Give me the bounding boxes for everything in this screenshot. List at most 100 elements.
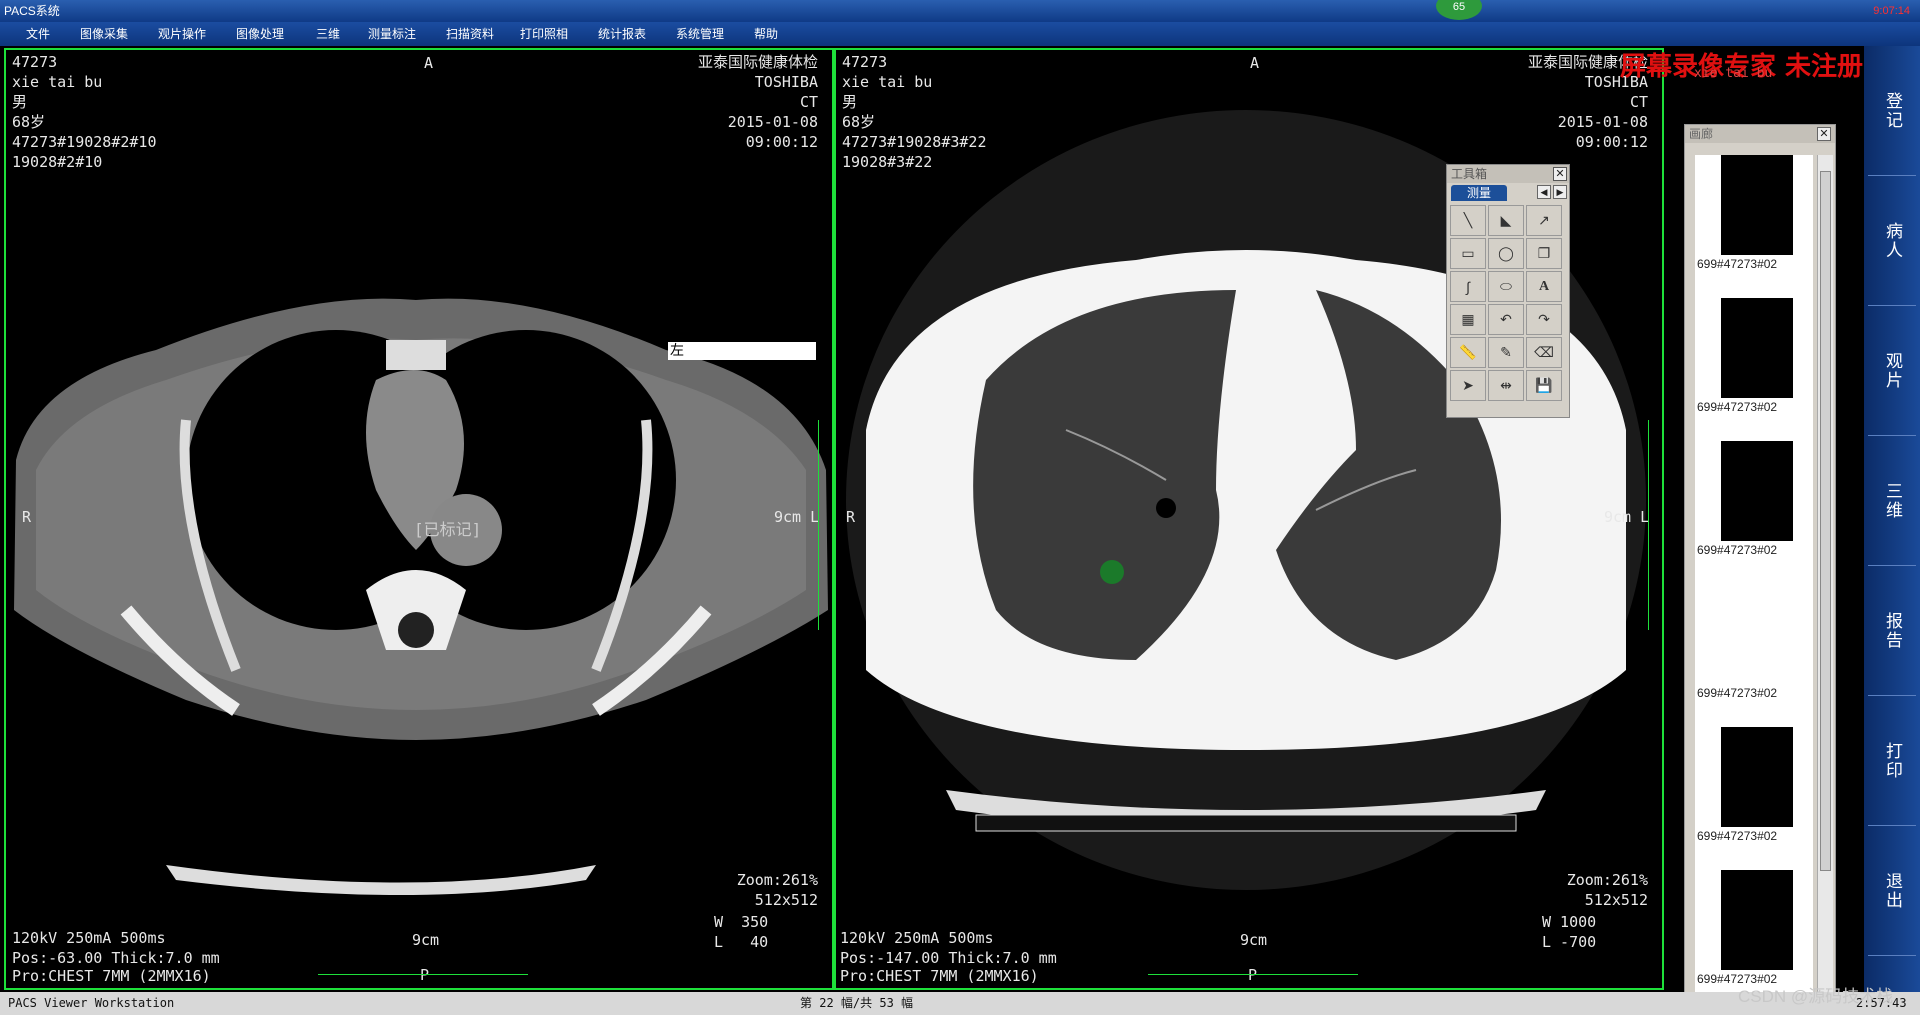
patient-name: xie tai bu [842, 73, 933, 91]
color-tool-icon[interactable]: ▦ [1450, 304, 1486, 335]
thumbnail-caption: 699#47273#02 [1697, 257, 1778, 271]
menu-statistics[interactable]: 统计报表 [598, 22, 646, 46]
status-indicator: 65 [1436, 0, 1482, 20]
thumbnail-caption: 699#47273#02 [1697, 400, 1778, 414]
slice-position: Pos:-147.00 Thick:7.0 mm [840, 949, 1057, 967]
thumbnail[interactable]: 699#47273#02 [1695, 584, 1813, 727]
save-tool-icon[interactable]: 💾 [1526, 370, 1562, 401]
eraser-tool-icon[interactable]: ⌫ [1526, 337, 1562, 368]
sidebar-item-print[interactable]: 打印 [1868, 696, 1916, 826]
menu-help[interactable]: 帮助 [754, 22, 778, 46]
scan-params-left: 120kV 250mA 500ms Pos:-63.00 Thick:7.0 m… [12, 928, 220, 968]
gallery-title-bar[interactable]: 画廊 ✕ [1685, 125, 1835, 143]
window-width-right: W 1000 [1542, 913, 1597, 931]
zoom-level: Zoom:261% [1566, 871, 1648, 889]
chevron-right-icon[interactable]: ▶ [1553, 185, 1567, 199]
ellipse-tool-icon[interactable]: ◯ [1488, 238, 1524, 269]
menu-scan-data[interactable]: 扫描资料 [446, 22, 494, 46]
study-date: 2015-01-08 [727, 113, 818, 131]
patient-id: 47273 [12, 53, 58, 71]
chevron-left-icon[interactable]: ◀ [1537, 185, 1551, 199]
sidebar-item-patient[interactable]: 病人 [1868, 176, 1916, 306]
window-level-right: L -700 [1542, 933, 1597, 951]
freehand-tool-icon[interactable]: ∫ [1450, 271, 1486, 302]
csdn-watermark: CSDN @源码技术栈 [1738, 987, 1894, 1006]
zoom-info-right: Zoom:261% 512x512 [1567, 870, 1648, 910]
orient-left: R [22, 508, 32, 526]
window-title: PACS系统 [4, 4, 60, 18]
polygon-tool-icon[interactable]: ⬭ [1488, 271, 1524, 302]
thumbnail-image [1721, 441, 1793, 541]
toolbox-title-bar[interactable]: 工具箱 ✕ [1447, 165, 1569, 183]
close-icon[interactable]: ✕ [1553, 167, 1567, 181]
patient-info-left: 47273 xie tai bu 男 68岁 47273#19028#2#10 … [12, 52, 157, 172]
redo-tool-icon[interactable]: ↷ [1526, 304, 1562, 335]
rectangle-tool-icon[interactable]: ▭ [1450, 238, 1486, 269]
close-icon[interactable]: ✕ [1817, 127, 1831, 141]
scale-label-left: 9cm [412, 931, 440, 949]
undo-tool-icon[interactable]: ↶ [1488, 304, 1524, 335]
viewport-left[interactable]: 47273 xie tai bu 男 68岁 47273#19028#2#10 … [4, 48, 834, 990]
thumbnail[interactable]: 699#47273#02 [1695, 155, 1813, 298]
study-info-left: 亚泰国际健康体检 TOSHIBA CT 2015-01-08 09:00:12 [698, 52, 818, 152]
slice-position: Pos:-63.00 Thick:7.0 mm [12, 949, 220, 967]
thumbnail[interactable]: 699#47273#02 [1695, 298, 1813, 441]
thumbnail-caption: 699#47273#02 [1697, 686, 1778, 700]
copy-tool-icon[interactable]: ❐ [1526, 238, 1562, 269]
pointer-tool-icon[interactable]: ➤ [1450, 370, 1486, 401]
arrow-tool-icon[interactable]: ↗ [1526, 205, 1562, 236]
exposure: 120kV 250mA 500ms [840, 929, 994, 947]
patient-age: 68岁 [842, 113, 876, 131]
menu-image-capture[interactable]: 图像采集 [80, 22, 128, 46]
study-time: 09:00:12 [1575, 133, 1648, 151]
sidebar-item-report[interactable]: 报告 [1868, 566, 1916, 696]
window-level-left: L 40 [714, 933, 769, 951]
sidebar-item-3d[interactable]: 三维 [1868, 436, 1916, 566]
gallery-scrollbar[interactable] [1817, 155, 1833, 1014]
title-bar: PACS系统 65 9:07:14 [0, 0, 1920, 22]
matrix-size: 512x512 [754, 891, 818, 909]
line-tool-icon[interactable]: ╲ [1450, 205, 1486, 236]
orient-top: A [424, 54, 434, 72]
matrix-size: 512x512 [1584, 891, 1648, 909]
horizontal-ruler [1148, 974, 1358, 980]
exposure: 120kV 250mA 500ms [12, 929, 166, 947]
patient-info-right: 47273 xie tai bu 男 68岁 47273#19028#3#22 … [842, 52, 987, 172]
text-tool-icon[interactable]: A [1526, 271, 1562, 302]
menu-3d[interactable]: 三维 [316, 22, 340, 46]
menu-file[interactable]: 文件 [26, 22, 50, 46]
side-label: 左 [670, 343, 684, 359]
thumbnail-caption: 699#47273#02 [1697, 829, 1778, 843]
vertical-ruler [818, 420, 824, 630]
watermark-patient: xie tai bu [1694, 66, 1773, 81]
tab-measure[interactable]: 测量 [1451, 185, 1507, 201]
scale-label-right: 9cm [1240, 931, 1268, 949]
manufacturer: TOSHIBA [754, 73, 818, 91]
vertical-ruler [1648, 420, 1654, 630]
hospital-name: 亚泰国际健康体检 [697, 53, 818, 71]
modality: CT [1629, 93, 1648, 111]
thumbnail[interactable]: 699#47273#02 [1695, 441, 1813, 584]
menu-measure[interactable]: 测量标注 [368, 22, 416, 46]
status-image-count: 第 22 幅/共 53 幅 [800, 996, 914, 1010]
ruler-tool-icon[interactable]: 📏 [1450, 337, 1486, 368]
thumbnail[interactable]: 699#47273#02 [1695, 727, 1813, 870]
patient-sex: 男 [842, 93, 858, 111]
measure-toolbox: 工具箱 ✕ 测量 ◀ ▶ ╲ ◣ ↗ ▭ ◯ ❐ ∫ ⬭ A ▦ ↶ ↷ 📏 ✎ … [1446, 164, 1570, 418]
scrollbar-thumb[interactable] [1820, 171, 1831, 871]
horizontal-ruler [318, 974, 528, 980]
menu-print[interactable]: 打印照相 [520, 22, 568, 46]
toolbox-grid: ╲ ◣ ↗ ▭ ◯ ❐ ∫ ⬭ A ▦ ↶ ↷ 📏 ✎ ⌫ ➤ ⇹ 💾 [1450, 205, 1568, 401]
sidebar-item-register[interactable]: 登记 [1868, 46, 1916, 176]
menu-system[interactable]: 系统管理 [676, 22, 724, 46]
calibrate-tool-icon[interactable]: ✎ [1488, 337, 1524, 368]
menu-image-process[interactable]: 图像处理 [236, 22, 284, 46]
menu-view-operation[interactable]: 观片操作 [158, 22, 206, 46]
toolbox-title: 工具箱 [1451, 167, 1488, 181]
sidebar-item-view[interactable]: 观片 [1868, 306, 1916, 436]
distance-tool-icon[interactable]: ⇹ [1488, 370, 1524, 401]
toolbox-tabs: 测量 ◀ ▶ [1447, 183, 1569, 201]
thumbnail-image [1721, 584, 1793, 684]
sidebar-item-exit[interactable]: 退出 [1868, 826, 1916, 956]
angle-tool-icon[interactable]: ◣ [1488, 205, 1524, 236]
